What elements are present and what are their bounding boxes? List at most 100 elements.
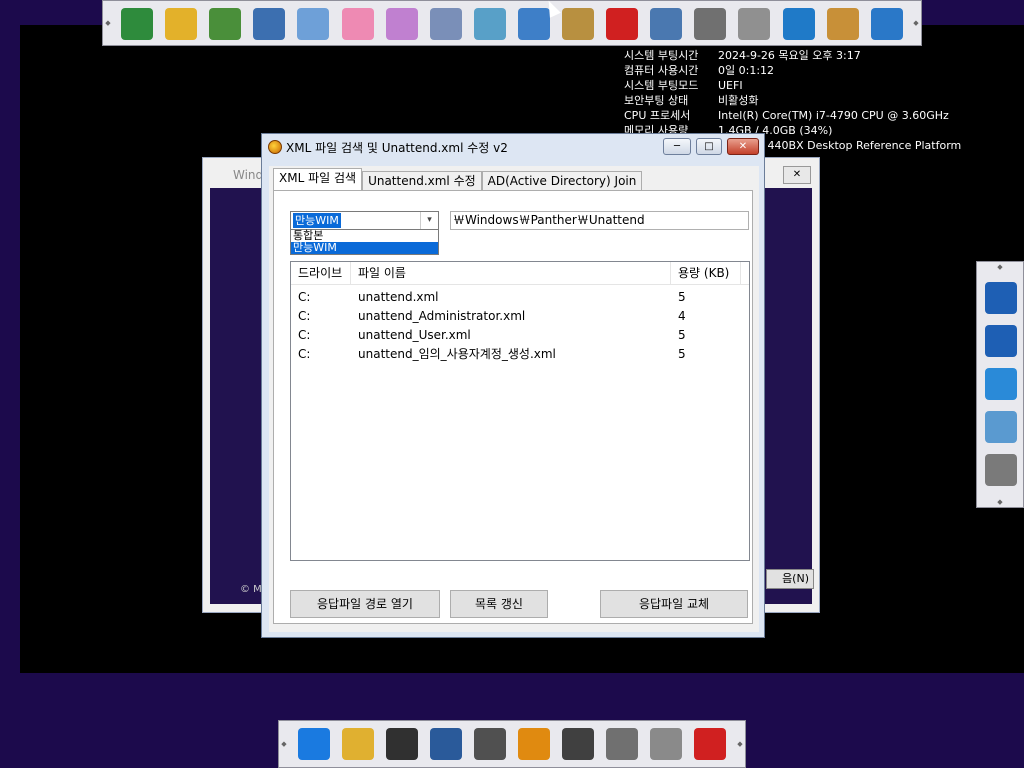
hammer-tools-icon[interactable] — [606, 728, 638, 760]
table-row[interactable]: C: unattend.xml 5 — [291, 288, 749, 307]
file-list[interactable]: 드라이브 파일 이름 용량 (KB) C: unattend.xml 5 C: unat… — [290, 261, 750, 561]
sysinfo-key: CPU 프로세서 — [624, 109, 691, 122]
cell-drive: C: — [298, 347, 311, 361]
keys-icon[interactable] — [562, 8, 594, 40]
dialog-title-bar[interactable]: XML 파일 검색 및 Unattend.xml 수정 v2 ─ □ ✕ — [262, 134, 764, 160]
sysinfo-key: 컴퓨터 사용시간 — [624, 64, 699, 77]
sysinfo-row: 컴퓨터 사용시간 0일 0:1:12 — [624, 63, 961, 78]
globe-icon[interactable] — [782, 8, 815, 40]
sysinfo-key: 보안부팅 상태 — [624, 94, 689, 107]
table-row[interactable]: C: unattend_User.xml 5 — [291, 326, 749, 345]
table-row[interactable]: C: unattend_임의_사용자계정_생성.xml 5 — [291, 345, 749, 364]
cell-size: 4 — [678, 309, 686, 323]
sync-icon[interactable] — [985, 368, 1017, 400]
side-launcher-toolbar: ◆ ◆ — [976, 261, 1024, 508]
bottom-launcher-toolbar: ◆ ◆ — [278, 720, 746, 768]
path-field[interactable]: ￦Windows￦Panther￦Unattend — [450, 211, 749, 230]
bottom-grip-right[interactable]: ◆ — [735, 721, 745, 767]
drive-icon[interactable] — [694, 8, 727, 40]
file-list-header: 드라이브 파일 이름 용량 (KB) — [291, 262, 749, 285]
sysinfo-value: 비활성화 — [718, 94, 759, 107]
cell-filename: unattend_임의_사용자계정_생성.xml — [358, 347, 556, 361]
font-a2-icon[interactable] — [985, 325, 1017, 357]
sysinfo-key: 시스템 부팅시간 — [624, 49, 699, 62]
recycle-arrows-icon[interactable] — [518, 728, 550, 760]
tiles-icon[interactable] — [297, 8, 330, 40]
hard-disk-icon[interactable] — [474, 728, 506, 760]
blue-key-icon[interactable] — [517, 8, 550, 40]
windows-store-icon[interactable] — [341, 8, 374, 40]
dropdown-option-selected[interactable]: 만능WIM — [291, 242, 438, 254]
explorer-search-icon[interactable] — [342, 728, 374, 760]
tab-strip: XML 파일 검색 Unattend.xml 수정 AD(Active Dire… — [273, 168, 643, 190]
search-key-icon[interactable] — [253, 8, 286, 40]
xml-search-page: 만능WIM ▾ 통합본 만능WIM ￦Windows￦Panther￦Unatt… — [273, 190, 753, 624]
bg-window-close-button[interactable]: ✕ — [783, 166, 811, 184]
windows-start-icon[interactable] — [298, 728, 330, 760]
cell-filename: unattend_Administrator.xml — [358, 309, 526, 323]
info-icon[interactable] — [385, 8, 418, 40]
installer-box-icon[interactable] — [826, 8, 859, 40]
column-size[interactable]: 용량 (KB) — [671, 262, 741, 284]
tab-unattend-edit[interactable]: Unattend.xml 수정 — [362, 171, 482, 190]
xml-search-dialog: XML 파일 검색 및 Unattend.xml 수정 v2 ─ □ ✕ XML… — [261, 133, 765, 638]
sysinfo-value: 2024-9-26 목요일 오후 3:17 — [718, 49, 861, 62]
snapshot-camera-icon[interactable] — [985, 454, 1017, 486]
fs-capture-icon[interactable] — [209, 8, 242, 40]
bg-window-title: Wind — [233, 168, 264, 182]
sysinfo-value: 0일 0:1:12 — [718, 64, 775, 77]
floppy-icon[interactable] — [738, 8, 771, 40]
column-drive[interactable]: 드라이브 — [291, 262, 351, 284]
cell-filename: unattend_User.xml — [358, 328, 471, 342]
sysinfo-row: 시스템 부팅시간 2024-9-26 목요일 오후 3:17 — [624, 48, 961, 63]
sysinfo-value: UEFI — [718, 79, 743, 92]
sysinfo-row: 시스템 부팅모드 UEFI — [624, 78, 961, 93]
phone-icon[interactable] — [473, 8, 506, 40]
power-icon[interactable] — [694, 728, 726, 760]
table-row[interactable]: C: unattend_Administrator.xml 4 — [291, 307, 749, 326]
source-select[interactable]: 만능WIM ▾ — [290, 211, 439, 230]
backup-drive-icon[interactable] — [650, 728, 682, 760]
sidebar-grip-top[interactable]: ◆ — [977, 262, 1023, 272]
top-launcher-toolbar: ◆ ◆ — [102, 0, 922, 46]
cell-size: 5 — [678, 290, 686, 304]
user-account-icon[interactable] — [650, 8, 683, 40]
cell-size: 5 — [678, 328, 686, 342]
gear-settings-icon[interactable] — [562, 728, 594, 760]
cell-drive: C: — [298, 290, 311, 304]
cell-drive: C: — [298, 328, 311, 342]
computer-network-icon[interactable] — [985, 411, 1017, 443]
sysinfo-row: CPU 프로세서 Intel(R) Core(TM) i7-4790 CPU @ … — [624, 108, 961, 123]
tab-ad-join[interactable]: AD(Active Directory) Join — [481, 171, 643, 190]
sidebar-grip-bottom[interactable]: ◆ — [977, 497, 1023, 507]
network-computer-icon[interactable] — [429, 8, 462, 40]
minimize-button[interactable]: ─ — [663, 138, 691, 155]
chevron-down-icon[interactable]: ▾ — [420, 212, 438, 229]
app-icon — [268, 140, 282, 154]
maximize-button[interactable]: □ — [696, 138, 722, 155]
pencil-tool-icon[interactable] — [165, 8, 198, 40]
source-select-value: 만능WIM — [293, 213, 341, 228]
dialog-body: XML 파일 검색 Unattend.xml 수정 AD(Active Dire… — [269, 166, 759, 632]
toolbar-grip-left[interactable]: ◆ — [103, 1, 113, 45]
sysinfo-key: 시스템 부팅모드 — [624, 79, 699, 92]
bottom-grip-left[interactable]: ◆ — [279, 721, 289, 767]
settings-gears-icon[interactable] — [870, 8, 903, 40]
partition-tool-icon[interactable] — [121, 8, 153, 40]
toolbar-grip-right[interactable]: ◆ — [911, 1, 921, 45]
nt-password-icon[interactable] — [606, 8, 639, 40]
bg-next-button[interactable]: 음(N) — [766, 569, 814, 589]
column-filename[interactable]: 파일 이름 — [351, 262, 671, 284]
monitor-icon[interactable] — [430, 728, 462, 760]
open-answer-file-path-button[interactable]: 응답파일 경로 열기 — [290, 590, 440, 618]
command-prompt-icon[interactable] — [386, 728, 418, 760]
close-button[interactable]: ✕ — [727, 138, 759, 155]
cell-size: 5 — [678, 347, 686, 361]
source-dropdown-list: 통합본 만능WIM — [290, 229, 439, 255]
replace-answer-file-button[interactable]: 응답파일 교체 — [600, 590, 748, 618]
refresh-list-button[interactable]: 목록 갱신 — [450, 590, 548, 618]
cell-filename: unattend.xml — [358, 290, 439, 304]
font-a-icon[interactable] — [985, 282, 1017, 314]
dialog-title: XML 파일 검색 및 Unattend.xml 수정 v2 — [286, 141, 508, 155]
tab-xml-search[interactable]: XML 파일 검색 — [273, 168, 363, 190]
